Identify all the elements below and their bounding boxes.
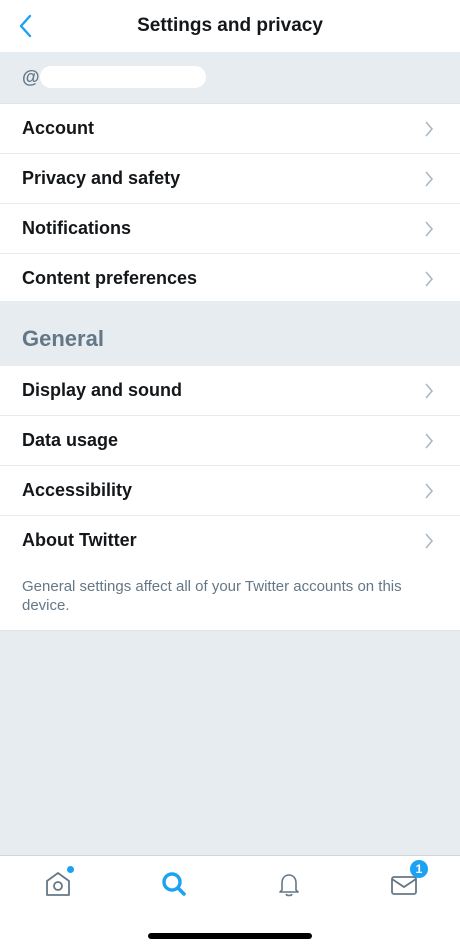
tab-messages[interactable]: 1 bbox=[388, 860, 428, 900]
chevron-right-icon bbox=[425, 433, 434, 449]
chevron-left-icon[interactable] bbox=[14, 12, 38, 40]
settings-item-data-usage[interactable]: Data usage bbox=[0, 416, 460, 466]
home-indicator bbox=[148, 933, 312, 939]
settings-item-label: Content preferences bbox=[22, 268, 198, 288]
tab-home[interactable] bbox=[42, 866, 74, 900]
footnote-text: General settings affect all of your Twit… bbox=[22, 578, 402, 614]
page-title: Settings and privacy bbox=[137, 15, 323, 36]
messages-badge: 1 bbox=[410, 860, 428, 878]
settings-item-display-and-sound[interactable]: Display and sound bbox=[0, 366, 460, 416]
settings-item-label: Notifications bbox=[22, 218, 132, 238]
chevron-right-icon bbox=[425, 221, 434, 237]
settings-item-notifications[interactable]: Notifications bbox=[0, 204, 460, 254]
settings-item-accessibility[interactable]: Accessibility bbox=[0, 466, 460, 516]
chevron-right-icon bbox=[425, 483, 434, 499]
bell-icon bbox=[279, 874, 299, 897]
handle-redaction bbox=[40, 66, 206, 88]
section-header-general: General bbox=[0, 301, 460, 366]
settings-item-label: Data usage bbox=[22, 430, 119, 450]
chevron-right-icon bbox=[425, 121, 434, 137]
settings-item-account[interactable]: Account bbox=[0, 104, 460, 154]
settings-item-label: Display and sound bbox=[22, 380, 183, 400]
settings-item-label: Privacy and safety bbox=[22, 168, 181, 188]
general-footnote: General settings affect all of your Twit… bbox=[0, 564, 460, 631]
section-title: General bbox=[22, 326, 104, 351]
search-icon bbox=[162, 872, 186, 896]
general-settings-list: Display and sound Data usage Accessibili… bbox=[0, 366, 460, 566]
navigation-bar: Settings and privacy bbox=[0, 0, 460, 53]
handle-prefix: @ bbox=[22, 67, 40, 87]
settings-item-label: Accessibility bbox=[22, 480, 133, 500]
chevron-right-icon bbox=[425, 171, 434, 187]
unread-dot bbox=[67, 866, 74, 873]
settings-item-label: Account bbox=[22, 118, 94, 138]
settings-item-label: About Twitter bbox=[22, 530, 137, 550]
chevron-right-icon bbox=[425, 383, 434, 399]
tab-notifications[interactable] bbox=[273, 868, 305, 900]
account-handle-row: @ bbox=[0, 52, 460, 104]
settings-item-content-preferences[interactable]: Content preferences bbox=[0, 254, 460, 304]
settings-item-about-twitter[interactable]: About Twitter bbox=[0, 516, 460, 566]
tab-search[interactable] bbox=[158, 868, 190, 900]
chevron-right-icon bbox=[425, 533, 434, 549]
account-settings-list: Account Privacy and safety Notifications… bbox=[0, 104, 460, 304]
settings-item-privacy-and-safety[interactable]: Privacy and safety bbox=[0, 154, 460, 204]
chevron-right-icon bbox=[425, 271, 434, 287]
